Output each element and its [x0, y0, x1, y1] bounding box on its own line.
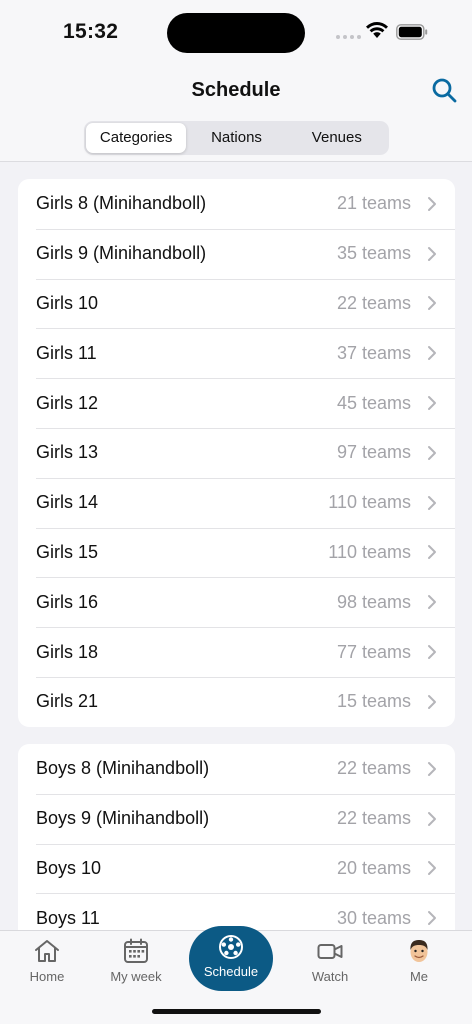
chevron-right-icon [428, 196, 436, 211]
category-name: Girls 11 [36, 342, 97, 363]
segmented-control: Categories Nations Venues [84, 121, 389, 155]
chevron-right-icon [428, 761, 436, 776]
chevron-right-icon [428, 545, 436, 560]
status-time: 15:32 [63, 20, 119, 43]
tab-watch-label: Watch [311, 969, 349, 984]
team-count: 22 teams [336, 292, 411, 313]
list-item[interactable]: Boys 10 20 teams [18, 843, 455, 894]
boys-category-group: Boys 8 (Minihandboll) 22 teams Boys 9 (Min… [18, 744, 455, 930]
wifi-icon [366, 22, 388, 38]
category-name: Girls 9 (Minihandboll) [36, 243, 207, 264]
list-item[interactable]: Girls 11 37 teams [18, 328, 455, 378]
calendar-icon [124, 938, 148, 963]
team-count: 22 teams [336, 758, 411, 779]
team-count: 21 teams [336, 193, 411, 214]
chevron-right-icon [428, 296, 436, 311]
chevron-right-icon [428, 495, 436, 510]
segment-venues[interactable]: Venues [287, 123, 387, 153]
team-count: 30 teams [336, 907, 411, 928]
navigation-header: Schedule Categories Nations Venues [0, 62, 472, 162]
segment-nations[interactable]: Nations [186, 123, 286, 153]
tab-watch[interactable]: Watch [285, 931, 375, 984]
team-count: 37 teams [336, 342, 411, 363]
chevron-right-icon [428, 911, 436, 926]
list-item[interactable]: Girls 18 77 teams [18, 627, 455, 677]
team-count: 110 teams [328, 492, 411, 513]
list-item[interactable]: Boys 8 (Minihandboll) 22 teams [18, 744, 455, 794]
list-item[interactable]: Girls 10 22 teams [18, 278, 455, 329]
chevron-right-icon [428, 246, 436, 261]
category-name: Girls 14 [36, 492, 99, 513]
list-item[interactable]: Girls 12 45 teams [18, 378, 455, 428]
video-camera-icon [317, 944, 343, 959]
category-name: Girls 12 [36, 392, 99, 413]
category-list[interactable]: Girls 8 (Minihandboll) 21 teams Girls 9 (M… [0, 163, 472, 930]
girls-category-group: Girls 8 (Minihandboll) 21 teams Girls 9 (M… [18, 179, 455, 727]
chevron-right-icon [428, 645, 436, 660]
cellular-signal-icon [336, 35, 361, 39]
list-item[interactable]: Girls 8 (Minihandboll) 21 teams [18, 179, 455, 229]
segment-categories[interactable]: Categories [86, 123, 187, 153]
list-item[interactable]: Girls 13 97 teams [18, 427, 455, 478]
category-name: Boys 10 [36, 857, 102, 878]
chevron-right-icon [428, 346, 436, 361]
search-icon[interactable] [431, 77, 457, 103]
tab-home[interactable]: Home [2, 931, 92, 984]
list-item[interactable]: Girls 21 15 teams [18, 676, 455, 727]
category-name: Girls 18 [36, 641, 99, 662]
team-count: 45 teams [336, 392, 411, 413]
tab-me-label: Me [409, 969, 429, 984]
team-count: 77 teams [336, 641, 411, 662]
category-name: Boys 8 (Minihandboll) [36, 758, 210, 779]
chevron-right-icon [428, 445, 436, 460]
list-item[interactable]: Girls 15 110 teams [18, 527, 455, 578]
list-item[interactable]: Boys 11 30 teams [18, 893, 455, 930]
category-name: Girls 16 [36, 591, 99, 612]
handball-icon [219, 935, 243, 959]
team-count: 98 teams [336, 591, 411, 612]
team-count: 22 teams [336, 808, 411, 829]
tab-schedule[interactable]: Schedule [189, 926, 273, 991]
category-name: Boys 9 (Minihandboll) [36, 808, 210, 829]
chevron-right-icon [428, 595, 436, 610]
tab-home-label: Home [29, 969, 65, 984]
avatar-icon [410, 940, 428, 962]
home-icon [35, 940, 59, 962]
team-count: 20 teams [336, 857, 411, 878]
list-item[interactable]: Girls 9 (Minihandboll) 35 teams [18, 228, 455, 279]
status-bar: 15:32 [0, 0, 472, 62]
list-item[interactable]: Girls 14 110 teams [18, 477, 455, 528]
tab-me[interactable]: Me [374, 931, 464, 984]
chevron-right-icon [428, 811, 436, 826]
category-name: Girls 15 [36, 541, 99, 562]
list-item[interactable]: Boys 9 (Minihandboll) 22 teams [18, 793, 455, 844]
team-count: 15 teams [336, 691, 411, 712]
team-count: 35 teams [336, 243, 411, 264]
team-count: 97 teams [336, 442, 411, 463]
tab-my-week-label: My week [110, 969, 162, 984]
category-name: Girls 8 (Minihandboll) [36, 193, 207, 214]
page-title: Schedule [191, 79, 281, 101]
chevron-right-icon [428, 694, 436, 709]
category-name: Girls 13 [36, 442, 99, 463]
category-name: Girls 10 [36, 292, 99, 313]
tab-my-week[interactable]: My week [91, 931, 181, 984]
team-count: 110 teams [328, 541, 411, 562]
chevron-right-icon [428, 396, 436, 411]
chevron-right-icon [428, 861, 436, 876]
home-indicator [152, 1009, 321, 1014]
list-item[interactable]: Girls 16 98 teams [18, 577, 455, 627]
battery-icon [396, 24, 428, 40]
tab-schedule-label: Schedule [203, 964, 259, 979]
category-name: Girls 21 [36, 691, 99, 712]
dynamic-island [167, 13, 305, 53]
category-name: Boys 11 [36, 907, 100, 928]
